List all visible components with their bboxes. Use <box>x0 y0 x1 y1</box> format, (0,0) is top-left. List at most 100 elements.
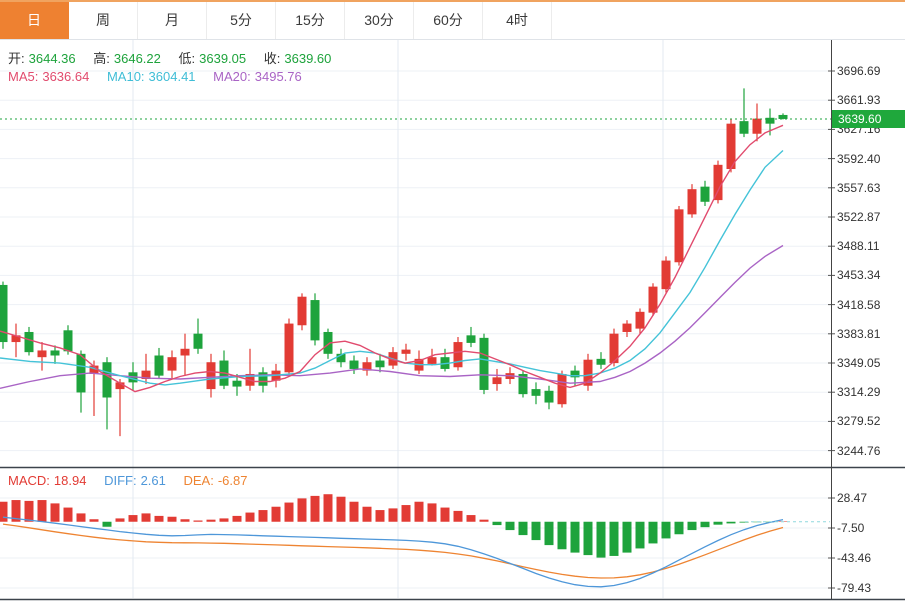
low-value: 3639.05 <box>199 51 246 66</box>
candle-body <box>51 350 60 355</box>
macd-bar <box>311 496 320 522</box>
candle-body <box>350 361 359 369</box>
high-value: 3646.22 <box>114 51 161 66</box>
macd-bar <box>259 510 268 522</box>
candle-body <box>779 115 788 119</box>
candle-body <box>688 189 697 214</box>
macd-bar <box>623 522 632 553</box>
macd-bar <box>77 513 86 521</box>
price-axis-label: 3453.34 <box>837 268 903 282</box>
macd-axis-label: -79.43 <box>837 581 903 595</box>
candle-body <box>623 324 632 332</box>
candle-body <box>467 335 476 343</box>
candle-body <box>545 391 554 403</box>
candle-body <box>454 342 463 367</box>
macd-bar <box>155 516 164 522</box>
tab-timeframe-4[interactable]: 15分 <box>276 2 345 39</box>
close-value: 3639.60 <box>284 51 331 66</box>
ohlc-readout: 开:3644.36 高:3646.22 低:3639.05 收:3639.60 <box>8 48 335 67</box>
candle-body <box>64 330 73 351</box>
macd-bar <box>272 507 281 522</box>
macd-axis-label: 28.47 <box>837 491 903 505</box>
tab-timeframe-2[interactable]: 月 <box>138 2 207 39</box>
diff-value: 2.61 <box>141 473 166 488</box>
macd-bar <box>0 502 8 522</box>
macd-axis-label: -43.46 <box>837 551 903 565</box>
macd-bar <box>571 522 580 553</box>
open-label: 开: <box>8 51 25 66</box>
candle-body <box>532 389 541 396</box>
candle-body <box>675 209 684 262</box>
ma20-label: MA20: <box>213 69 251 84</box>
macd-bar <box>467 515 476 522</box>
macd-value: 18.94 <box>54 473 87 488</box>
macd-bar <box>649 522 658 544</box>
candle-body <box>714 165 723 200</box>
candle-body <box>298 297 307 326</box>
macd-bar <box>25 501 34 522</box>
tab-timeframe-6[interactable]: 60分 <box>414 2 483 39</box>
candle-body <box>740 121 749 134</box>
candle-body <box>233 381 242 387</box>
candle-body <box>168 357 177 370</box>
macd-bar <box>519 522 528 535</box>
chart-area: 开:3644.36 高:3646.22 低:3639.05 收:3639.60 … <box>0 40 905 601</box>
candle-body <box>194 334 203 349</box>
macd-bar <box>636 522 645 549</box>
macd-bar <box>714 522 723 525</box>
macd-bar <box>298 498 307 521</box>
macd-bar <box>415 502 424 522</box>
ma10-value: 3604.41 <box>149 69 196 84</box>
tab-timeframe-1[interactable]: 周 <box>69 2 138 39</box>
macd-bar <box>376 510 385 522</box>
macd-bar <box>51 503 60 521</box>
macd-bar <box>129 515 138 522</box>
macd-bar <box>610 522 619 556</box>
candle-body <box>155 355 164 375</box>
candle-body <box>662 261 671 290</box>
tab-timeframe-3[interactable]: 5分 <box>207 2 276 39</box>
price-axis-label: 3349.05 <box>837 356 903 370</box>
candle-body <box>753 119 762 134</box>
tab-timeframe-5[interactable]: 30分 <box>345 2 414 39</box>
macd-bar <box>363 507 372 522</box>
macd-bar <box>337 497 346 522</box>
macd-bar <box>688 522 697 530</box>
macd-bar <box>662 522 671 539</box>
ma5-value: 3636.64 <box>42 69 89 84</box>
ma20-value: 3495.76 <box>255 69 302 84</box>
macd-bar <box>220 518 229 521</box>
macd-bar <box>194 520 203 521</box>
candle-body <box>428 357 437 364</box>
candlestick-macd-canvas[interactable] <box>0 40 905 601</box>
ma10-label: MA10: <box>107 69 145 84</box>
tab-timeframe-7[interactable]: 4时 <box>483 2 552 39</box>
macd-bar <box>168 517 177 522</box>
timeframe-tabbar: 日周月5分15分30分60分4时 <box>0 0 905 40</box>
price-axis-label: 3418.58 <box>837 298 903 312</box>
macd-bar <box>493 522 502 525</box>
candle-body <box>103 362 112 397</box>
macd-bar <box>545 522 554 545</box>
diff-label: DIFF: <box>104 473 137 488</box>
macd-bar <box>584 522 593 555</box>
macd-bar <box>532 522 541 540</box>
candle-body <box>701 187 710 202</box>
macd-bar <box>116 518 125 521</box>
candle-body <box>207 362 216 389</box>
current-price-badge: 3639.60 <box>832 110 905 128</box>
macd-bar <box>246 513 255 522</box>
macd-bar <box>597 522 606 558</box>
price-axis-label: 3279.52 <box>837 414 903 428</box>
macd-bar <box>480 520 489 522</box>
macd-bar <box>675 522 684 535</box>
price-axis-label: 3661.93 <box>837 93 903 107</box>
candle-body <box>493 377 502 384</box>
macd-bar <box>558 522 567 550</box>
macd-axis-label: -7.50 <box>837 521 903 535</box>
macd-bar <box>90 519 99 522</box>
price-axis-label: 3522.87 <box>837 210 903 224</box>
tab-timeframe-0[interactable]: 日 <box>0 2 69 39</box>
macd-bar <box>142 513 151 521</box>
macd-bar <box>38 500 47 522</box>
